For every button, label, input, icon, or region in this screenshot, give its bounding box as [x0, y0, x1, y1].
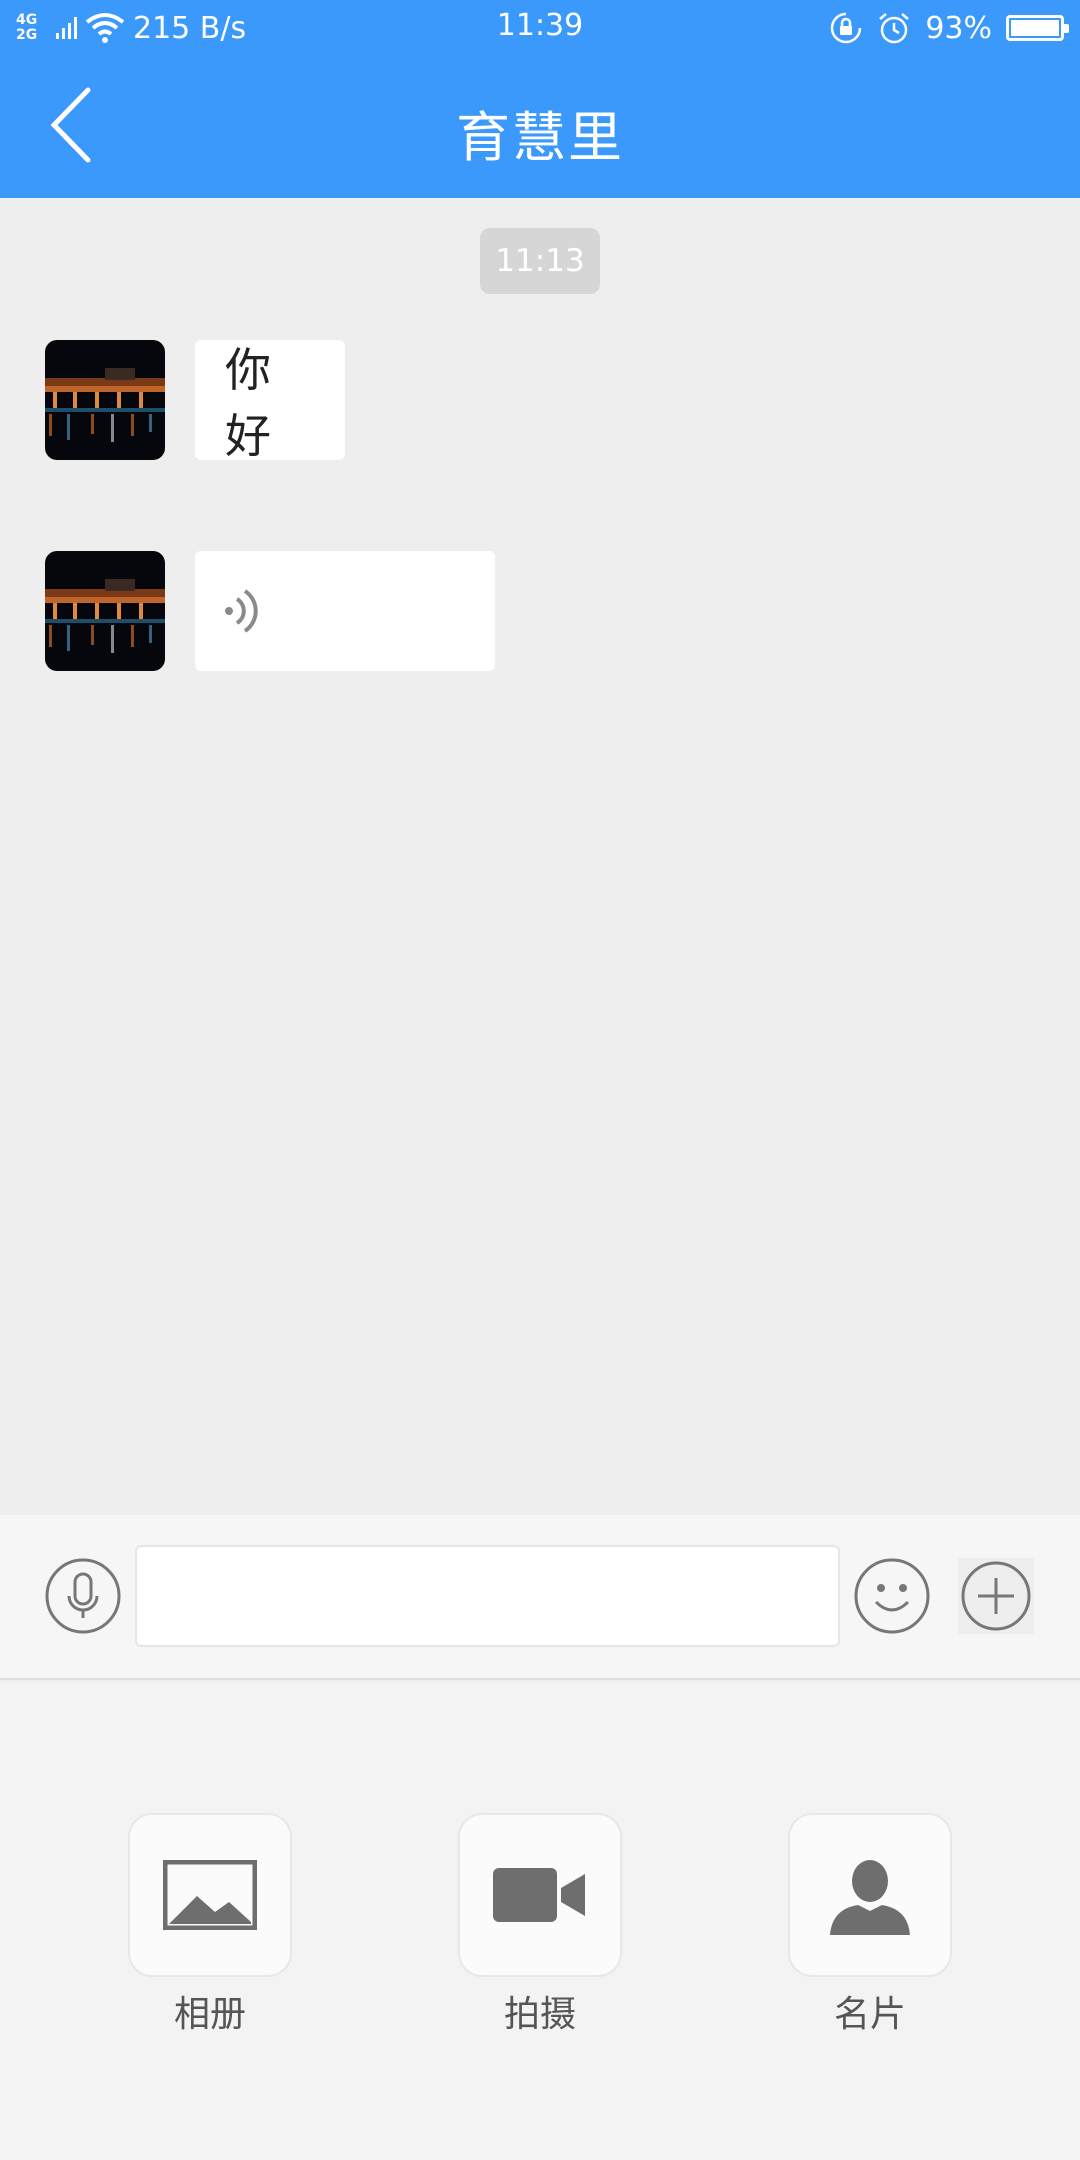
alarm-icon [879, 13, 910, 44]
contact-card-button[interactable]: 名片 [788, 1813, 952, 2037]
voice-wave-icon [225, 589, 258, 633]
capture-button[interactable]: 拍摄 [458, 1813, 622, 2037]
avatar[interactable] [45, 551, 165, 671]
capture-label: 拍摄 [503, 1994, 576, 2035]
image-icon [163, 1860, 257, 1930]
status-bar: 4G 2G 215 B/s 11:39 93% [0, 0, 1080, 55]
contact-card-tile[interactable] [788, 1813, 952, 1977]
capture-tile[interactable] [458, 1813, 622, 1977]
album-label: 相册 [173, 1994, 246, 2035]
more-options-button[interactable] [958, 1558, 1034, 1634]
album-tile[interactable] [128, 1813, 292, 1977]
message-input[interactable] [135, 1545, 840, 1647]
attachment-panel: 相册 拍摄 名片 [0, 1682, 1080, 2160]
rotation-lock-icon [831, 12, 862, 44]
app-header: 育慧里 [0, 55, 1080, 198]
microphone-icon [45, 1558, 121, 1634]
battery-percent: 93% [925, 10, 992, 46]
album-button[interactable]: 相册 [128, 1813, 292, 2037]
plus-icon [958, 1558, 1034, 1634]
status-right: 93% [829, 8, 1069, 48]
emoji-button[interactable] [854, 1558, 930, 1634]
message-text: 你好 [225, 343, 271, 463]
battery-icon [1006, 15, 1069, 41]
avatar[interactable] [45, 340, 165, 460]
message-bubble[interactable]: 你好 [195, 340, 345, 463]
voice-message-bubble[interactable] [195, 551, 495, 671]
person-icon [830, 1860, 910, 1935]
video-camera-icon [493, 1868, 585, 1922]
contact-card-label: 名片 [833, 1994, 906, 2035]
page-title: 育慧里 [456, 106, 624, 169]
input-bar [0, 1515, 1080, 1680]
message-timestamp: 11:13 [480, 228, 600, 294]
voice-input-button[interactable] [45, 1558, 121, 1634]
smiley-icon [854, 1558, 930, 1634]
battery-fill [1011, 20, 1059, 36]
